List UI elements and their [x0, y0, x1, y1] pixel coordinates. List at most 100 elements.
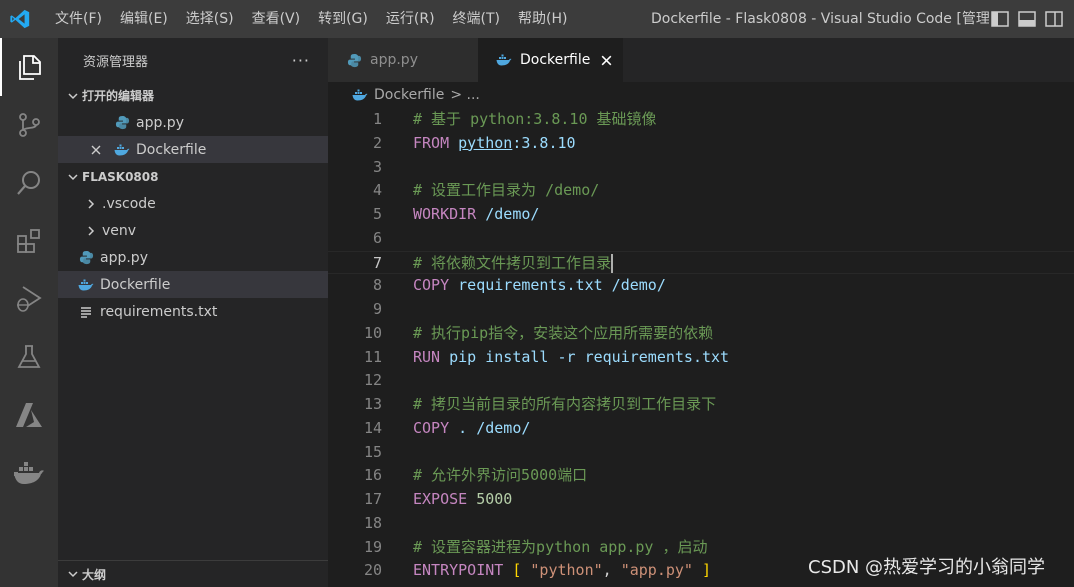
editor-tabs: app.py Dockerfile — [328, 38, 1074, 82]
vscode-logo-icon — [0, 0, 40, 38]
explorer-icon[interactable] — [0, 38, 58, 96]
breadcrumb: Dockerfile > ... — [328, 82, 1074, 108]
extensions-icon[interactable] — [0, 212, 58, 270]
keyword: COPY — [413, 418, 450, 437]
tree-item-requirements[interactable]: requirements.txt — [58, 298, 328, 325]
code-line: 17 EXPOSE 5000 — [328, 488, 1074, 512]
keyword: WORKDIR — [413, 205, 477, 223]
file-name: Dockerfile — [100, 276, 171, 293]
code-editor[interactable]: 1 # 基于 python:3.8.10 基础镜像 2 FROM python:3.… — [328, 108, 1074, 583]
tree-item-vscode[interactable]: .vscode — [58, 190, 328, 217]
close-icon[interactable] — [90, 144, 106, 156]
python-file-icon — [346, 52, 362, 68]
comment: # 将依赖文件拷贝到工作目录 — [413, 253, 612, 272]
testing-icon[interactable] — [0, 328, 58, 386]
text-cursor — [611, 253, 614, 273]
text-file-icon — [78, 304, 94, 320]
code-line: 12 — [328, 369, 1074, 393]
keyword: ENTRYPOINT — [413, 561, 504, 580]
comment: # 设置容器进程为python app.py ，启动 — [413, 537, 708, 556]
explorer-sidebar: 资源管理器 ··· 打开的编辑器 app.py Dockerfile FLASK… — [58, 38, 328, 587]
python-file-icon — [78, 250, 94, 266]
toggle-sidebar-icon[interactable] — [990, 0, 1010, 38]
tab-app-py[interactable]: app.py — [328, 38, 478, 82]
close-icon[interactable] — [600, 54, 613, 67]
line-number: 17 — [363, 490, 382, 508]
argument: pip install -r requirements.txt — [449, 347, 730, 366]
line-number: 12 — [363, 371, 382, 390]
menu-go[interactable]: 转到(G) — [309, 0, 377, 38]
folder-name: venv — [102, 222, 137, 239]
explorer-header: 资源管理器 ··· — [58, 38, 328, 82]
line-number: 18 — [363, 513, 382, 532]
docker-icon[interactable] — [0, 444, 58, 502]
menu-view[interactable]: 查看(V) — [243, 0, 310, 38]
code-line: 10 # 执行pip指令，安装这个应用所需要的依赖 — [328, 322, 1074, 346]
source-control-icon[interactable] — [0, 96, 58, 154]
editor-area: app.py Dockerfile Dockerfile > ... 1 # 基于… — [328, 38, 1074, 587]
window-title: Dockerfile - Flask0808 - Visual Studio C… — [651, 11, 989, 27]
argument: /demo/ — [485, 205, 540, 223]
tab-dockerfile[interactable]: Dockerfile — [478, 38, 623, 82]
line-number: 7 — [372, 253, 382, 272]
comment: # 允许外界访问5000端口 — [413, 466, 588, 485]
line-number: 13 — [363, 395, 382, 413]
comment: # 基于 python:3.8.10 基础镜像 — [413, 110, 657, 128]
menu-help[interactable]: 帮助(H) — [509, 0, 576, 38]
tree-item-dockerfile[interactable]: Dockerfile — [58, 271, 328, 298]
line-number: 5 — [372, 205, 382, 223]
docker-file-icon — [496, 52, 512, 68]
tree-item-venv[interactable]: venv — [58, 217, 328, 244]
toggle-secondary-sidebar-icon[interactable] — [1044, 0, 1064, 38]
watermark: CSDN @热爱学习的小翁同学 — [808, 557, 1046, 578]
open-editor-app-py[interactable]: app.py — [58, 109, 328, 136]
separator: , — [602, 561, 621, 580]
string: "python" — [530, 561, 603, 580]
keyword: RUN — [413, 347, 441, 366]
activity-bar — [0, 38, 58, 587]
comment: # 执行pip指令，安装这个应用所需要的依赖 — [413, 323, 714, 342]
menu-run[interactable]: 运行(R) — [377, 0, 444, 38]
breadcrumb-file[interactable]: Dockerfile — [374, 87, 444, 103]
line-number: 11 — [363, 347, 382, 366]
menu-bar: 文件(F) 编辑(E) 选择(S) 查看(V) 转到(G) 运行(R) 终端(T… — [46, 0, 576, 38]
open-editors-header[interactable]: 打开的编辑器 — [58, 82, 328, 109]
folder-header[interactable]: FLASK0808 — [58, 163, 328, 190]
outline-header[interactable]: 大纲 — [58, 560, 328, 587]
azure-icon[interactable] — [0, 386, 58, 444]
run-debug-icon[interactable] — [0, 270, 58, 328]
menu-selection[interactable]: 选择(S) — [177, 0, 243, 38]
keyword: EXPOSE — [413, 490, 468, 508]
line-number: 9 — [372, 300, 382, 318]
line-number: 3 — [372, 157, 382, 176]
comment: # 设置工作目录为 /demo/ — [413, 181, 600, 200]
menu-edit[interactable]: 编辑(E) — [111, 0, 177, 38]
docker-file-icon — [114, 142, 130, 158]
toggle-panel-icon[interactable] — [1017, 0, 1037, 38]
string: "app.py" — [620, 561, 693, 580]
code-line: 9 — [328, 298, 1074, 322]
chevron-right-icon — [82, 198, 100, 210]
tree-item-app-py[interactable]: app.py — [58, 244, 328, 271]
line-number: 2 — [372, 133, 382, 152]
more-actions-icon[interactable]: ··· — [292, 51, 310, 70]
open-editor-dockerfile[interactable]: Dockerfile — [58, 136, 328, 163]
folder-label: FLASK0808 — [82, 169, 159, 184]
code-line: 15 — [328, 441, 1074, 465]
port-number: 5000 — [476, 490, 513, 508]
open-editors-label: 打开的编辑器 — [82, 89, 155, 103]
bracket: ] — [702, 561, 712, 580]
chevron-right-icon — [82, 225, 100, 237]
file-name: requirements.txt — [100, 303, 218, 320]
line-number: 6 — [372, 228, 382, 247]
python-file-icon — [114, 115, 130, 131]
menu-file[interactable]: 文件(F) — [46, 0, 111, 38]
file-name: app.py — [136, 114, 184, 131]
menu-terminal[interactable]: 终端(T) — [444, 0, 509, 38]
code-line: 2 FROM python:3.8.10 — [328, 132, 1074, 156]
search-icon[interactable] — [0, 154, 58, 212]
line-number: 10 — [363, 323, 382, 342]
breadcrumb-rest[interactable]: > ... — [450, 87, 480, 103]
line-number: 15 — [363, 442, 382, 461]
code-line: 16 # 允许外界访问5000端口 — [328, 464, 1074, 488]
